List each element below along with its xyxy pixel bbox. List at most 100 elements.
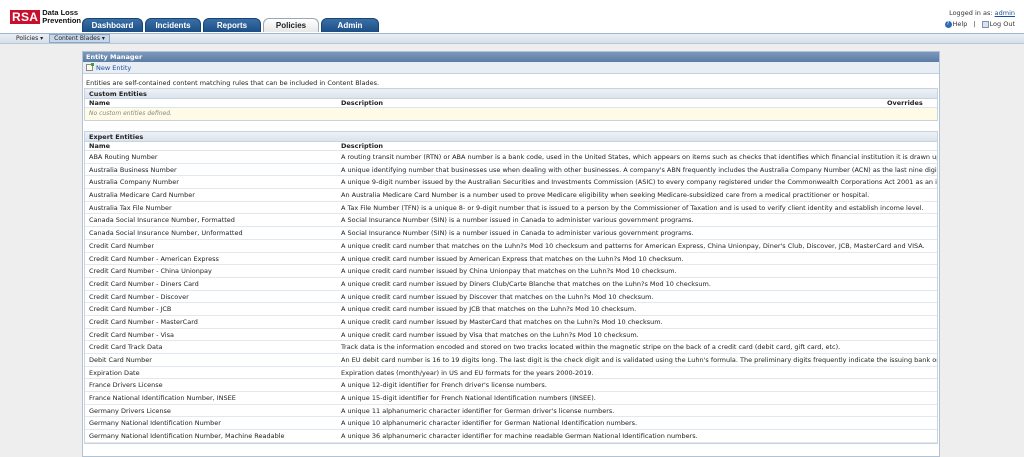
entity-description: A unique 9-digit number issued by the Au… bbox=[341, 178, 937, 187]
logout-label: Log Out bbox=[989, 20, 1015, 28]
entity-description: A Tax File Number (TFN) is a unique 8- o… bbox=[341, 203, 924, 212]
tab-policies[interactable]: Policies bbox=[263, 18, 319, 32]
entity-name[interactable]: Australia Medicare Card Number bbox=[85, 189, 341, 201]
col-description[interactable]: Description bbox=[341, 99, 887, 107]
table-row[interactable]: Australia Business Number A unique identi… bbox=[85, 163, 937, 177]
entity-description: A unique 11 alphanumeric character ident… bbox=[341, 406, 615, 415]
table-row[interactable]: Credit Card Number - Discover A unique cr… bbox=[85, 290, 937, 304]
col-name[interactable]: Name bbox=[85, 142, 341, 150]
help-link[interactable]: ? Help bbox=[944, 20, 968, 28]
logged-in-label: Logged in as: bbox=[949, 9, 993, 17]
table-row[interactable]: Expiration Date Expiration dates (month/y… bbox=[85, 366, 937, 380]
table-row[interactable]: Australia Medicare Card Number An Austral… bbox=[85, 189, 937, 202]
custom-entities-section: Custom Entities Name Description Overrid… bbox=[84, 88, 938, 121]
entity-name[interactable]: Expiration Date bbox=[85, 367, 341, 379]
table-row[interactable]: Credit Card Number - Visa A unique credit… bbox=[85, 329, 937, 342]
custom-entities-title: Custom Entities bbox=[85, 89, 937, 99]
table-row[interactable]: Credit Card Number - Diners Card A unique… bbox=[85, 278, 937, 291]
entity-name[interactable]: Credit Card Number - China Unionpay bbox=[85, 265, 341, 277]
entity-description: A unique credit card number issued by Vi… bbox=[341, 330, 639, 339]
panel-description: Entities are self-contained content matc… bbox=[86, 79, 380, 87]
tab-reports[interactable]: Reports bbox=[203, 18, 261, 32]
entity-name[interactable]: Canada Social Insurance Number, Unformat… bbox=[85, 227, 341, 239]
user-box: Logged in as: admin ? Help | Log Out bbox=[944, 9, 1015, 28]
logout-link[interactable]: Log Out bbox=[981, 20, 1015, 28]
new-document-icon bbox=[86, 63, 94, 71]
table-row[interactable]: Credit Card Number A unique credit card n… bbox=[85, 239, 937, 253]
help-icon: ? bbox=[944, 20, 952, 28]
logo-line2: Prevention bbox=[42, 16, 82, 25]
table-row[interactable]: Germany Drivers License A unique 11 alpha… bbox=[85, 405, 937, 418]
entity-name[interactable]: Credit Card Number - Discover bbox=[85, 291, 341, 303]
entity-description: A Social Insurance Number (SIN) is a num… bbox=[341, 229, 694, 238]
rsa-logo: RSA Data Loss Prevention bbox=[10, 9, 81, 25]
entity-name[interactable]: Canada Social Insurance Number, Formatte… bbox=[85, 214, 341, 226]
empty-message: No custom entities defined. bbox=[85, 108, 937, 120]
entity-name[interactable]: France Drivers License bbox=[85, 379, 341, 391]
policies-menu[interactable]: Policies ▾ bbox=[12, 34, 47, 43]
custom-column-headers: Name Description Overrides bbox=[85, 99, 937, 108]
entity-description: A unique credit card number issued by JC… bbox=[341, 305, 637, 314]
logo-mark: RSA bbox=[10, 10, 41, 24]
entity-name[interactable]: Australia Company Number bbox=[85, 176, 341, 188]
entity-name[interactable]: Debit Card Number bbox=[85, 354, 341, 366]
expert-entities-title: Expert Entities bbox=[85, 132, 937, 142]
col-description[interactable]: Description bbox=[341, 142, 937, 150]
table-row[interactable]: Canada Social Insurance Number, Unformat… bbox=[85, 227, 937, 240]
table-row[interactable]: Australia Tax File Number A Tax File Numb… bbox=[85, 202, 937, 215]
entity-name[interactable]: Australia Business Number bbox=[85, 164, 341, 176]
entity-description: An Australia Medicare Card Number is a n… bbox=[341, 191, 870, 200]
table-row[interactable]: Credit Card Track Data Track data is the … bbox=[85, 341, 937, 354]
entity-name[interactable]: Credit Card Number - Diners Card bbox=[85, 278, 341, 290]
entity-name[interactable]: Credit Card Number - American Express bbox=[85, 253, 341, 265]
entity-description: A unique credit card number issued by Di… bbox=[341, 279, 711, 288]
entity-name[interactable]: Credit Card Number - MasterCard bbox=[85, 316, 341, 328]
entity-description: Expiration dates (month/year) in US and … bbox=[341, 368, 594, 377]
entity-description: A unique credit card number issued by Ma… bbox=[341, 317, 663, 326]
table-row[interactable]: France National Identification Number, I… bbox=[85, 392, 937, 405]
table-row[interactable]: Credit Card Number - American Express A u… bbox=[85, 253, 937, 266]
expert-column-headers: Name Description bbox=[85, 142, 937, 151]
entity-name[interactable]: Credit Card Number - JCB bbox=[85, 303, 341, 315]
table-row[interactable]: Canada Social Insurance Number, Formatte… bbox=[85, 214, 937, 228]
entity-description: A unique credit card number issued by Di… bbox=[341, 292, 654, 301]
col-overrides[interactable]: Overrides bbox=[887, 99, 937, 107]
table-row[interactable]: Credit Card Number - China Unionpay A uni… bbox=[85, 265, 937, 278]
col-name[interactable]: Name bbox=[85, 99, 341, 107]
username-link[interactable]: admin bbox=[995, 9, 1015, 17]
table-row[interactable]: Debit Card Number An EU debit card number… bbox=[85, 354, 937, 367]
table-row[interactable]: ABA Routing Number A routing transit numb… bbox=[85, 151, 937, 164]
entity-name[interactable]: Germany National Identification Number bbox=[85, 417, 341, 429]
entity-description: A unique 12-digit identifier for French … bbox=[341, 381, 547, 390]
table-row[interactable]: Germany National Identification Number A … bbox=[85, 417, 937, 431]
panel-title: Entity Manager bbox=[83, 52, 939, 62]
entity-description: A unique 10 alphanumeric character ident… bbox=[341, 419, 638, 428]
entity-description: A unique 36 alphanumeric character ident… bbox=[341, 432, 698, 441]
entity-name[interactable]: ABA Routing Number bbox=[85, 151, 341, 163]
table-row[interactable]: Australia Company Number A unique 9-digit… bbox=[85, 176, 937, 190]
tab-dashboard[interactable]: Dashboard bbox=[82, 18, 143, 32]
new-entity-link[interactable]: New Entity bbox=[96, 64, 131, 72]
entity-name[interactable]: France National Identification Number, I… bbox=[85, 392, 341, 404]
entity-name[interactable]: Germany National Identification Number, … bbox=[85, 430, 341, 442]
separator: | bbox=[973, 20, 976, 28]
entity-name[interactable]: Credit Card Track Data bbox=[85, 341, 341, 353]
table-row[interactable]: Credit Card Number - MasterCard A unique … bbox=[85, 315, 937, 329]
entity-description: A routing transit number (RTN) or ABA nu… bbox=[341, 153, 937, 161]
entity-name[interactable]: Germany Drivers License bbox=[85, 405, 341, 417]
table-row[interactable]: Credit Card Number - JCB A unique credit … bbox=[85, 303, 937, 316]
entity-name[interactable]: Credit Card Number - Visa bbox=[85, 329, 341, 341]
entity-name[interactable]: Australia Tax File Number bbox=[85, 202, 341, 214]
entity-description: A unique 15-digit identifier for French … bbox=[341, 394, 596, 403]
expert-entity-list: ABA Routing Number A routing transit numb… bbox=[85, 151, 937, 443]
entity-name[interactable]: Credit Card Number bbox=[85, 240, 341, 252]
content-blades-menu[interactable]: Content Blades ▾ bbox=[49, 34, 110, 43]
sub-navigation: Policies ▾ Content Blades ▾ bbox=[0, 33, 1024, 44]
table-row[interactable]: France Drivers License A unique 12-digit … bbox=[85, 379, 937, 393]
help-label: Help bbox=[952, 20, 968, 28]
toolbar: New Entity bbox=[83, 62, 939, 74]
tab-incidents[interactable]: Incidents bbox=[145, 18, 201, 32]
tab-admin[interactable]: Admin bbox=[321, 18, 379, 32]
entity-description: A unique identifying number that busines… bbox=[341, 165, 937, 174]
table-row[interactable]: Germany National Identification Number, … bbox=[85, 430, 937, 443]
